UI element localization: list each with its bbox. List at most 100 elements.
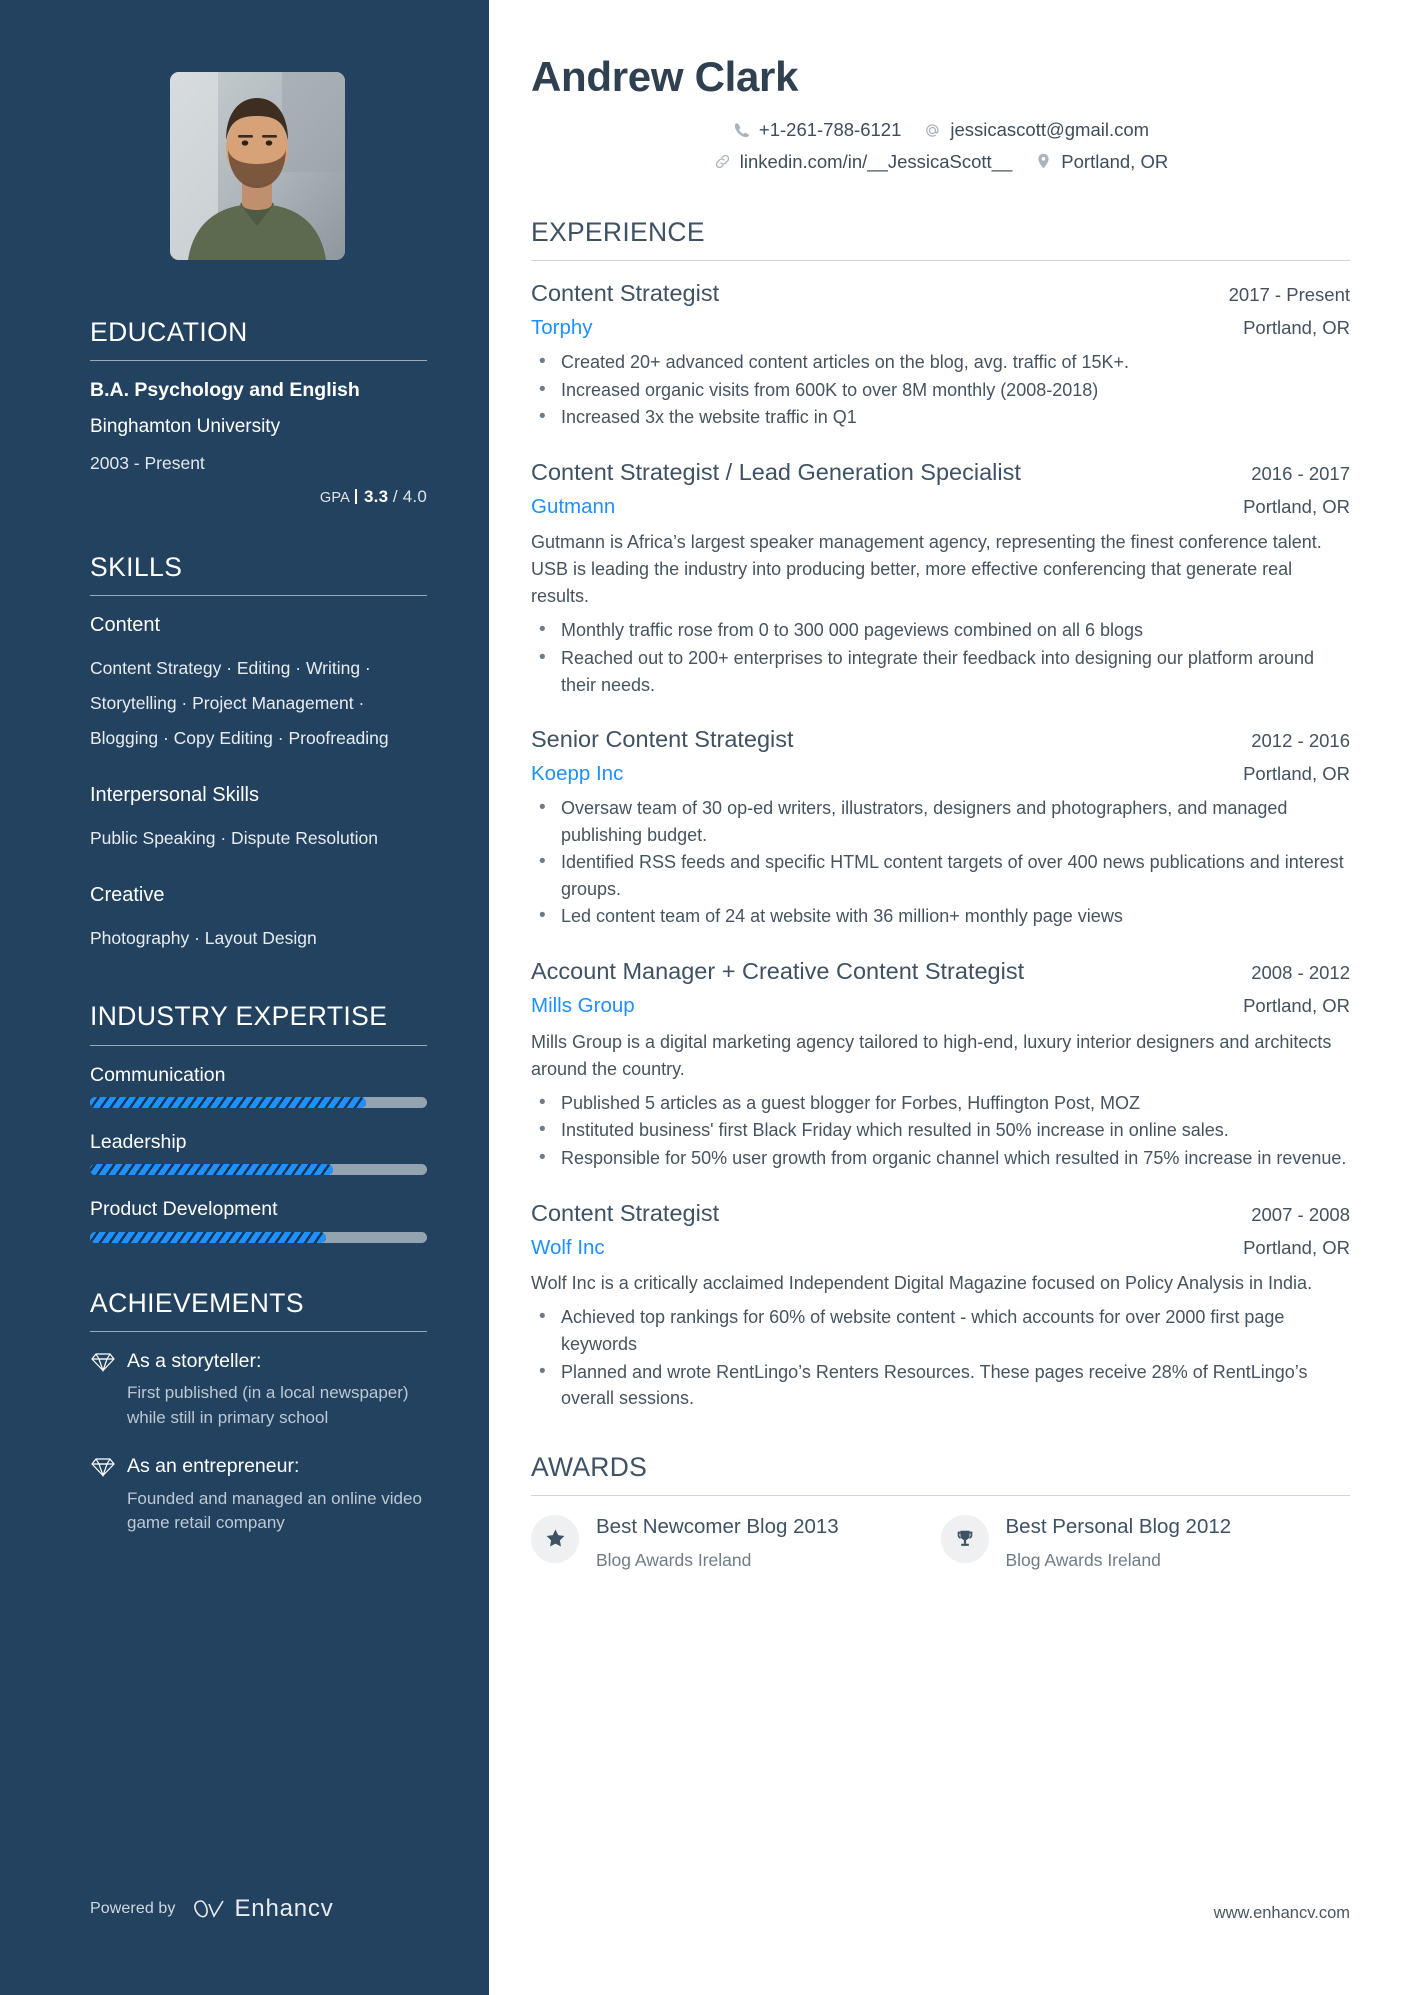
contact-row-primary: +1-261-788-6121 jessicascott@gmail.com xyxy=(531,114,1350,145)
skill-group-items: Photography · Layout Design xyxy=(90,928,317,949)
powered-by-label: Powered by xyxy=(90,1900,176,1917)
job-location: Portland, OR xyxy=(1243,317,1350,339)
job-bullets: Created 20+ advanced content articles on… xyxy=(531,348,1350,431)
experience-item: Senior Content Strategist 2012 - 2016 Ko… xyxy=(531,724,1350,930)
job-bullet: Monthly traffic rose from 0 to 300 000 p… xyxy=(531,616,1350,644)
resume-page: EDUCATION B.A. Psychology and English Bi… xyxy=(0,0,1410,1995)
job-bullet: Increased 3x the website traffic in Q1 xyxy=(531,403,1350,431)
job-location: Portland, OR xyxy=(1243,995,1350,1017)
contact-location: Portland, OR xyxy=(1034,146,1168,177)
skill-group-items: Public Speaking · Dispute Resolution xyxy=(90,828,378,849)
job-dates: 2007 - 2008 xyxy=(1251,1203,1350,1225)
expertise-label: Leadership xyxy=(90,1130,187,1153)
awards-section: AWARDS Best Newcomer Blog 2013 Blog Awar… xyxy=(531,1452,1350,1572)
email-value: jessicascott@gmail.com xyxy=(950,119,1150,141)
job-company[interactable]: Gutmann xyxy=(531,494,615,521)
job-dates: 2008 - 2012 xyxy=(1251,962,1350,984)
skill-group: Content Content Strategy · Editing · Wri… xyxy=(90,613,427,756)
contact-linkedin[interactable]: linkedin.com/in/__JessicaScott__ xyxy=(713,146,1012,177)
awards-divider xyxy=(531,1494,1350,1496)
gpa-separator xyxy=(355,489,358,505)
contact-phone[interactable]: +1-261-788-6121 xyxy=(732,114,901,145)
expertise-item: Leadership xyxy=(90,1130,427,1176)
job-company[interactable]: Wolf Inc xyxy=(531,1235,605,1262)
experience-heading: EXPERIENCE xyxy=(531,217,705,248)
job-location: Portland, OR xyxy=(1243,763,1350,785)
at-sign-icon xyxy=(923,121,942,140)
job-summary: Wolf Inc is a critically acclaimed Indep… xyxy=(531,1273,1313,1294)
expertise-progress-fill xyxy=(90,1231,326,1243)
award-organization: Blog Awards Ireland xyxy=(596,1550,752,1571)
achievement-body: As a storyteller: First published (in a … xyxy=(127,1349,427,1431)
job-company[interactable]: Koepp Inc xyxy=(531,761,623,788)
experience-section: EXPERIENCE Content Strategist 2017 - Pre… xyxy=(531,217,1350,1412)
award-text: Best Personal Blog 2012 Blog Awards Irel… xyxy=(1006,1513,1329,1572)
experience-item: Content Strategist 2007 - 2008 Wolf Inc … xyxy=(531,1198,1350,1412)
skills-section: SKILLS Content Content Strategy · Editin… xyxy=(90,553,427,956)
job-bullet: Increased organic visits from 600K to ov… xyxy=(531,376,1350,404)
map-pin-icon xyxy=(1034,152,1053,171)
enhancv-logo-icon: Enhancv xyxy=(192,1895,334,1923)
job-bullet: Planned and wrote RentLingo’s Renters Re… xyxy=(531,1358,1350,1412)
industry-expertise-heading: INDUSTRY EXPERTISE xyxy=(90,1001,388,1032)
industry-expertise-divider xyxy=(90,1044,427,1046)
job-bullet: Instituted business' first Black Friday … xyxy=(531,1116,1350,1144)
achievement-body: As an entrepreneur: Founded and managed … xyxy=(127,1454,427,1536)
profile-photo-illustration xyxy=(170,72,345,260)
job-company[interactable]: Torphy xyxy=(531,315,593,342)
experience-title-row: Content Strategist 2007 - 2008 xyxy=(531,1198,1350,1229)
experience-company-row: Koepp Inc Portland, OR xyxy=(531,761,1350,788)
page-title: Andrew Clark xyxy=(531,53,799,100)
job-bullets: Oversaw team of 30 op-ed writers, illust… xyxy=(531,794,1350,930)
achievements-section: ACHIEVEMENTS As a storyteller: First pub… xyxy=(90,1288,427,1536)
skill-group-title: Content xyxy=(90,614,161,637)
enhancv-brand-name: Enhancv xyxy=(234,1895,334,1922)
phone-icon xyxy=(732,121,751,140)
diamond-icon xyxy=(90,1349,118,1377)
job-bullets: Published 5 articles as a guest blogger … xyxy=(531,1089,1350,1172)
expertise-progress-fill xyxy=(90,1164,333,1176)
expertise-progress-bar xyxy=(90,1164,427,1176)
expertise-item: Product Development xyxy=(90,1197,427,1243)
award-item: Best Newcomer Blog 2013 Blog Awards Irel… xyxy=(531,1513,941,1572)
expertise-label: Product Development xyxy=(90,1198,278,1221)
education-dates: 2003 - Present xyxy=(90,452,205,473)
trophy-icon xyxy=(940,1514,989,1563)
job-company[interactable]: Mills Group xyxy=(531,993,635,1020)
achievement-title: As a storyteller: xyxy=(127,1349,262,1372)
education-divider xyxy=(90,360,427,362)
gpa-label: GPA xyxy=(319,490,351,507)
skill-group-title: Creative xyxy=(90,884,165,907)
achievements-divider xyxy=(90,1330,427,1332)
job-title: Content Strategist xyxy=(531,1199,720,1226)
job-summary: Mills Group is a digital marketing agenc… xyxy=(531,1031,1332,1079)
job-title: Account Manager + Creative Content Strat… xyxy=(531,958,1025,985)
skills-divider xyxy=(90,595,427,597)
experience-title-row: Content Strategist / Lead Generation Spe… xyxy=(531,457,1350,488)
link-icon xyxy=(713,152,732,171)
education-school: Binghamton University xyxy=(90,415,281,437)
experience-item: Content Strategist / Lead Generation Spe… xyxy=(531,457,1350,699)
job-dates: 2012 - 2016 xyxy=(1251,730,1350,752)
sidebar: EDUCATION B.A. Psychology and English Bi… xyxy=(0,0,489,1995)
job-bullet: Published 5 articles as a guest blogger … xyxy=(531,1089,1350,1117)
job-location: Portland, OR xyxy=(1243,495,1350,517)
avatar xyxy=(170,72,345,260)
contact-email[interactable]: jessicascott@gmail.com xyxy=(923,114,1149,145)
job-bullets: Monthly traffic rose from 0 to 300 000 p… xyxy=(531,616,1350,698)
diamond-icon xyxy=(90,1454,118,1482)
experience-company-row: Torphy Portland, OR xyxy=(531,315,1350,342)
achievement-title: As an entrepreneur: xyxy=(127,1455,300,1478)
achievement-description: First published (in a local newspaper) w… xyxy=(127,1383,409,1427)
expertise-progress-fill xyxy=(90,1096,367,1108)
job-bullet: Achieved top rankings for 60% of website… xyxy=(531,1303,1350,1357)
job-bullet: Reached out to 200+ enterprises to integ… xyxy=(531,644,1350,698)
award-organization: Blog Awards Ireland xyxy=(1005,1550,1161,1571)
expertise-progress-bar xyxy=(90,1096,427,1108)
job-dates: 2016 - 2017 xyxy=(1251,462,1350,484)
phone-value: +1-261-788-6121 xyxy=(758,119,902,141)
job-title: Senior Content Strategist xyxy=(531,726,794,753)
award-title: Best Personal Blog 2012 xyxy=(1005,1514,1232,1538)
skills-heading: SKILLS xyxy=(90,552,183,583)
expertise-progress-bar xyxy=(90,1231,427,1243)
